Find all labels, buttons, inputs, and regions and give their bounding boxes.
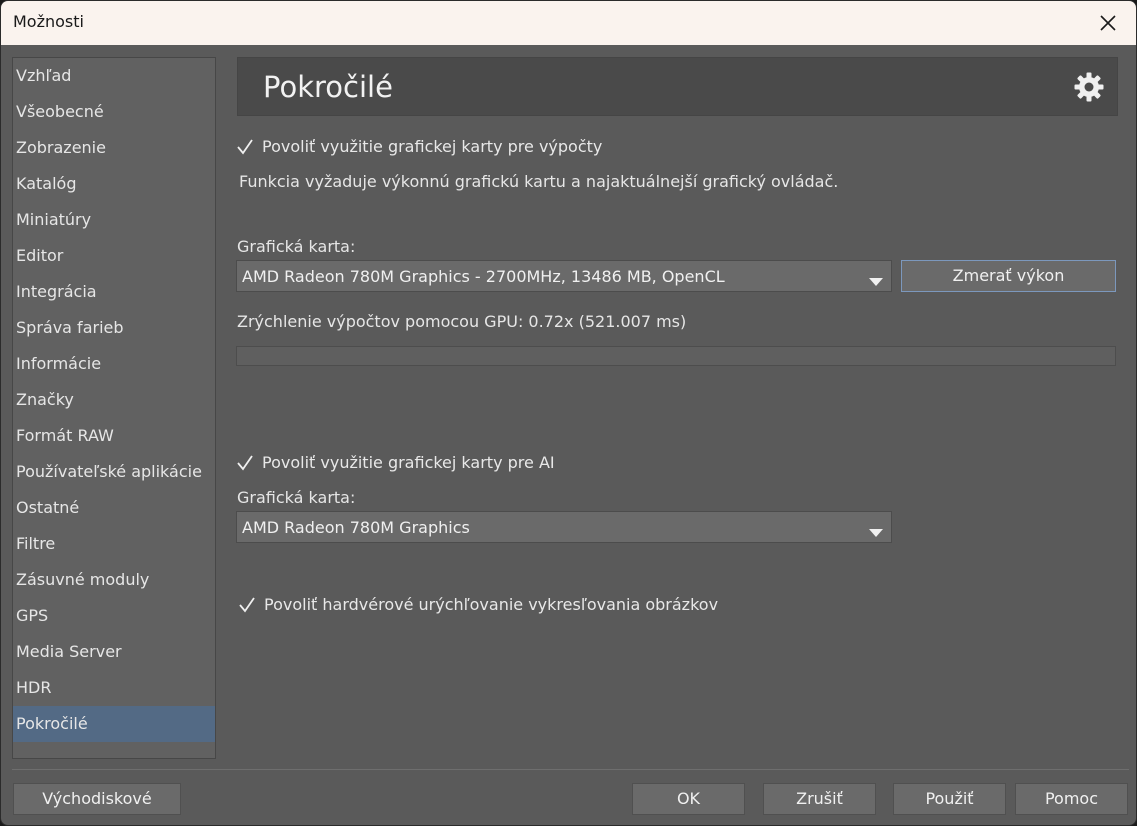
sidebar-item-filtre[interactable]: Filtre bbox=[13, 526, 215, 562]
title-bar: Možnosti bbox=[1, 1, 1136, 45]
page-header: Pokročilé bbox=[237, 57, 1118, 116]
ai-graphics-card-label: Grafická karta: bbox=[237, 488, 356, 507]
sidebar-item-editor[interactable]: Editor bbox=[13, 238, 215, 274]
checkmark-icon bbox=[236, 454, 254, 472]
gpu-compute-checkbox[interactable]: Povoliť využitie grafickej karty pre výp… bbox=[236, 136, 656, 158]
gpu-ai-checkbox[interactable]: Povoliť využitie grafickej karty pre AI bbox=[236, 452, 596, 474]
defaults-button[interactable]: Východiskové bbox=[13, 783, 181, 815]
sidebar-item-media-server[interactable]: Media Server bbox=[13, 634, 215, 670]
ai-graphics-card-select[interactable]: AMD Radeon 780M Graphics bbox=[236, 511, 892, 543]
benchmark-button[interactable]: Zmerať výkon bbox=[901, 260, 1116, 292]
sidebar-item-hdr[interactable]: HDR bbox=[13, 670, 215, 706]
sidebar-item-katalog[interactable]: Katalóg bbox=[13, 166, 215, 202]
sidebar-item-sprava-farieb[interactable]: Správa farieb bbox=[13, 310, 215, 346]
sidebar-item-integracia[interactable]: Integrácia bbox=[13, 274, 215, 310]
graphics-card-label: Grafická karta: bbox=[237, 237, 356, 256]
gpu-requirement-note: Funkcia vyžaduje výkonnú grafickú kartu … bbox=[239, 172, 839, 191]
footer-divider bbox=[12, 769, 1129, 770]
sidebar-item-pouzivatelske-aplikacie[interactable]: Používateľské aplikácie bbox=[13, 454, 215, 490]
graphics-card-select[interactable]: AMD Radeon 780M Graphics - 2700MHz, 1348… bbox=[236, 260, 892, 292]
dropdown-arrow-icon bbox=[869, 523, 883, 537]
checkmark-icon bbox=[236, 138, 254, 156]
gpu-benchmark-result: Zrýchlenie výpočtov pomocou GPU: 0.72x (… bbox=[237, 312, 687, 331]
apply-button[interactable]: Použiť bbox=[893, 783, 1006, 815]
ai-graphics-card-value: AMD Radeon 780M Graphics bbox=[242, 518, 470, 537]
window-title: Možnosti bbox=[13, 12, 84, 31]
sidebar-item-informacie[interactable]: Informácie bbox=[13, 346, 215, 382]
sidebar-item-ostatne[interactable]: Ostatné bbox=[13, 490, 215, 526]
dropdown-arrow-icon bbox=[869, 272, 883, 286]
options-dialog: Možnosti Vzhľad Všeobecné Zobrazenie Kat… bbox=[0, 0, 1137, 826]
gpu-ai-label: Povoliť využitie grafickej karty pre AI bbox=[262, 453, 555, 472]
category-list: Vzhľad Všeobecné Zobrazenie Katalóg Mini… bbox=[12, 57, 216, 759]
hw-render-label: Povoliť hardvérové urýchľovanie vykresľo… bbox=[264, 595, 719, 614]
help-button[interactable]: Pomoc bbox=[1015, 783, 1128, 815]
sidebar-item-zasuvne-moduly[interactable]: Zásuvné moduly bbox=[13, 562, 215, 598]
sidebar-item-miniatury[interactable]: Miniatúry bbox=[13, 202, 215, 238]
sidebar-item-zobrazenie[interactable]: Zobrazenie bbox=[13, 130, 215, 166]
graphics-card-value: AMD Radeon 780M Graphics - 2700MHz, 1348… bbox=[242, 267, 725, 286]
checkmark-icon bbox=[238, 596, 256, 614]
sidebar-item-vseobecne[interactable]: Všeobecné bbox=[13, 94, 215, 130]
benchmark-progress-bar bbox=[236, 346, 1116, 366]
sidebar-item-gps[interactable]: GPS bbox=[13, 598, 215, 634]
hw-render-checkbox[interactable]: Povoliť hardvérové urýchľovanie vykresľo… bbox=[238, 594, 758, 616]
sidebar-item-znacky[interactable]: Značky bbox=[13, 382, 215, 418]
gear-icon bbox=[1073, 71, 1105, 103]
close-icon[interactable] bbox=[1094, 9, 1122, 37]
sidebar-item-format-raw[interactable]: Formát RAW bbox=[13, 418, 215, 454]
ok-button[interactable]: OK bbox=[632, 783, 745, 815]
cancel-button[interactable]: Zrušiť bbox=[763, 783, 876, 815]
page-title: Pokročilé bbox=[263, 70, 393, 104]
gpu-compute-label: Povoliť využitie grafickej karty pre výp… bbox=[262, 137, 603, 156]
sidebar-item-vzhlad[interactable]: Vzhľad bbox=[13, 58, 215, 94]
sidebar-item-pokrocile[interactable]: Pokročilé bbox=[13, 706, 215, 742]
